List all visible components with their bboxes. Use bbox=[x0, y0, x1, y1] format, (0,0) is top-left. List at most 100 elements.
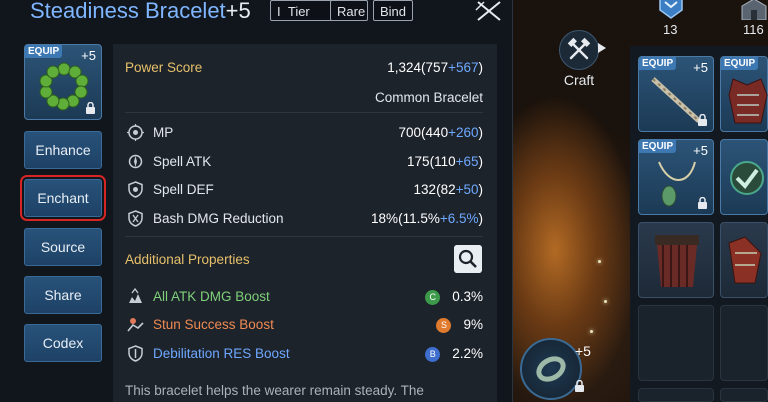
stat-value: 700(440+260) bbox=[398, 125, 483, 140]
hud-counter-2: 116 bbox=[743, 22, 764, 37]
stat-label: Spell DEF bbox=[153, 182, 214, 197]
bracelet-icon bbox=[39, 62, 89, 111]
power-base: 757 bbox=[425, 60, 449, 75]
power-score-value: 1,324(757+567) bbox=[387, 60, 483, 75]
bind-tag: Bind bbox=[373, 0, 413, 21]
sparkle bbox=[598, 260, 601, 263]
grade-badge: C bbox=[425, 289, 441, 305]
item-info-box: Power Score 1,324(757+567) Common Bracel… bbox=[113, 44, 497, 402]
property-label: Debilitation RES Boost bbox=[153, 346, 290, 361]
property-value: 0.3% bbox=[452, 289, 483, 304]
source-button[interactable]: Source bbox=[24, 228, 102, 266]
spell-atk-icon bbox=[128, 154, 143, 169]
checkmark-icon bbox=[730, 161, 764, 195]
inventory-slot-armor[interactable]: EQUIP bbox=[720, 56, 768, 132]
ring-enhance-level: +5 bbox=[575, 343, 591, 359]
inventory-slot-belt[interactable] bbox=[638, 222, 714, 298]
item-icon-slot: EQUIP +5 bbox=[24, 44, 102, 120]
grade-badge: B bbox=[425, 346, 441, 362]
equip-badge: EQUIP bbox=[639, 57, 677, 70]
lock-icon bbox=[86, 102, 95, 114]
gloves-icon bbox=[728, 236, 762, 284]
craft-label: Craft bbox=[563, 72, 595, 88]
armor-icon bbox=[728, 78, 768, 124]
stat-value: 175(110+65) bbox=[407, 154, 483, 169]
lock-icon bbox=[575, 380, 584, 392]
stat-total: 18% bbox=[371, 211, 399, 226]
search-icon[interactable] bbox=[454, 245, 482, 273]
item-name: Steadiness Bracelet bbox=[30, 0, 226, 23]
stat-base: 110 bbox=[434, 154, 456, 169]
inventory-slot-empty[interactable] bbox=[638, 388, 714, 402]
arrow-right-icon bbox=[598, 43, 606, 53]
item-title: Steadiness Bracelet+5 bbox=[30, 0, 251, 24]
crossed-hammers-icon bbox=[567, 37, 591, 60]
enchant-button[interactable]: Enchant bbox=[20, 175, 106, 221]
hud-counter-1: 13 bbox=[663, 22, 678, 37]
divider bbox=[125, 236, 483, 237]
inventory-slot-empty[interactable] bbox=[720, 305, 768, 381]
rank-emblem-icon bbox=[659, 0, 683, 19]
inventory-slot-empty[interactable] bbox=[720, 388, 768, 402]
craft-icon-circle bbox=[559, 30, 606, 70]
stat-base: 82 bbox=[440, 182, 456, 197]
title-bar: Steadiness Bracelet+5 I Tier Rare Bind bbox=[0, 0, 512, 34]
stat-label: MP bbox=[153, 125, 174, 140]
equip-badge: EQUIP bbox=[25, 45, 63, 58]
spell-def-icon bbox=[128, 181, 143, 198]
share-button[interactable]: Share bbox=[24, 276, 102, 314]
stat-total: 700 bbox=[398, 125, 422, 140]
sparkle bbox=[604, 300, 607, 303]
grade-badge: S bbox=[436, 317, 452, 333]
equip-badge: EQUIP bbox=[639, 140, 677, 153]
bash-dmg-reduction-icon bbox=[128, 210, 143, 227]
stat-bonus: +65 bbox=[455, 154, 479, 169]
atk-dmg-boost-icon bbox=[129, 288, 142, 303]
enhance-button[interactable]: Enhance bbox=[24, 131, 102, 169]
property-value-group: B 2.2% bbox=[425, 346, 483, 362]
inventory-grid: EQUIP +5 EQUIP EQUIP +5 bbox=[630, 46, 768, 402]
stat-total: 175 bbox=[407, 154, 430, 169]
codex-button[interactable]: Codex bbox=[24, 324, 102, 362]
power-score-label: Power Score bbox=[125, 60, 203, 75]
property-value: 9% bbox=[463, 317, 483, 332]
close-icon[interactable] bbox=[474, 0, 504, 22]
power-bonus: +567 bbox=[448, 60, 479, 75]
property-value-group: C 0.3% bbox=[425, 289, 483, 305]
stat-base: 11.5% bbox=[402, 211, 440, 226]
tier-label: Tier bbox=[287, 4, 310, 19]
debilitation-res-icon bbox=[128, 345, 143, 362]
stun-boost-icon bbox=[127, 318, 144, 332]
inventory-slot-necklace[interactable]: EQUIP +5 bbox=[638, 139, 714, 215]
inventory-slot-spear[interactable]: EQUIP +5 bbox=[638, 56, 714, 132]
belt-icon bbox=[655, 235, 699, 287]
divider bbox=[125, 112, 483, 113]
property-label: Stun Success Boost bbox=[153, 317, 274, 332]
additional-properties-label: Additional Properties bbox=[125, 252, 250, 267]
craft-button[interactable]: Craft bbox=[552, 30, 606, 88]
inventory-slot-gloves[interactable] bbox=[720, 222, 768, 298]
stat-value: 18%(11.5%+6.5%) bbox=[371, 211, 483, 226]
item-detail-panel: Steadiness Bracelet+5 I Tier Rare Bind E… bbox=[0, 0, 513, 402]
inventory-slot-badge[interactable] bbox=[720, 139, 768, 215]
stat-label: Bash DMG Reduction bbox=[153, 211, 284, 226]
property-value: 2.2% bbox=[452, 346, 483, 361]
tier-prefix: I bbox=[277, 4, 281, 19]
stat-base: 440 bbox=[425, 125, 449, 140]
item-type: Common Bracelet bbox=[374, 90, 483, 105]
stat-bonus: +50 bbox=[455, 182, 479, 197]
ring-icon bbox=[536, 356, 566, 382]
property-label: All ATK DMG Boost bbox=[153, 289, 270, 304]
power-total: 1,324 bbox=[387, 60, 422, 75]
inventory-slot-empty[interactable] bbox=[638, 305, 714, 381]
stat-label: Spell ATK bbox=[153, 154, 212, 169]
item-description: This bracelet helps the wearer remain st… bbox=[125, 383, 424, 398]
lock-icon bbox=[698, 114, 707, 126]
castle-icon bbox=[741, 0, 767, 20]
item-enhance-level: +5 bbox=[225, 0, 251, 23]
stat-total: 132 bbox=[413, 182, 437, 197]
equipped-ring-slot[interactable] bbox=[520, 338, 582, 400]
stat-bonus: +6.5% bbox=[439, 211, 479, 226]
stat-bonus: +260 bbox=[448, 125, 479, 140]
rarity-tag: Rare bbox=[330, 0, 368, 21]
